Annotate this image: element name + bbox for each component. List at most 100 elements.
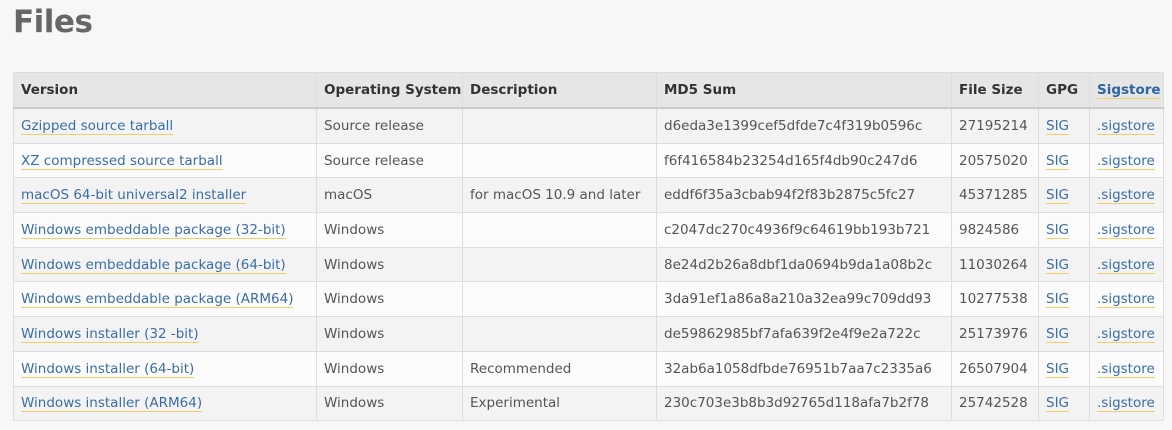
header-operating-system: Operating System xyxy=(316,72,463,109)
sigstore-link[interactable]: .sigstore xyxy=(1097,221,1155,239)
table-row: macOS 64-bit universal2 installer macOS … xyxy=(13,177,1164,214)
sigstore-link[interactable]: .sigstore xyxy=(1097,395,1155,413)
size-cell: 25742528 xyxy=(951,385,1039,422)
sigstore-cell: .sigstore xyxy=(1089,212,1164,248)
sigstore-cell: .sigstore xyxy=(1089,142,1164,179)
os-cell: macOS xyxy=(316,177,463,214)
md5-cell: c2047dc270c4936f9c64619bb193b721 xyxy=(656,212,952,248)
gpg-cell: SIG xyxy=(1038,107,1090,144)
gpg-cell: SIG xyxy=(1038,212,1090,248)
os-cell: Windows xyxy=(316,316,463,352)
gpg-sig-link[interactable]: SIG xyxy=(1046,256,1070,274)
gpg-cell: SIG xyxy=(1038,281,1090,318)
md5-cell: 3da91ef1a86a8a210a32ea99c709dd93 xyxy=(656,281,952,318)
sigstore-cell: .sigstore xyxy=(1089,177,1164,214)
description-cell: for macOS 10.9 and later xyxy=(462,177,657,214)
header-md5-sum: MD5 Sum xyxy=(656,72,952,109)
version-link[interactable]: Windows installer (32 -bit) xyxy=(21,325,199,343)
description-cell xyxy=(462,212,657,248)
header-description: Description xyxy=(462,72,657,109)
version-link[interactable]: Gzipped source tarball xyxy=(21,117,174,135)
sigstore-cell: .sigstore xyxy=(1089,246,1164,283)
version-link[interactable]: macOS 64-bit universal2 installer xyxy=(21,187,247,205)
size-cell: 45371285 xyxy=(951,177,1039,214)
gpg-sig-link[interactable]: SIG xyxy=(1046,395,1070,413)
header-file-size: File Size xyxy=(951,72,1039,109)
size-cell: 9824586 xyxy=(951,212,1039,248)
sigstore-link[interactable]: .sigstore xyxy=(1097,187,1155,205)
md5-cell: 230c703e3b8b3d92765d118afa7b2f78 xyxy=(656,385,952,422)
size-cell: 20575020 xyxy=(951,142,1039,179)
sigstore-header-link[interactable]: Sigstore xyxy=(1097,82,1161,99)
gpg-cell: SIG xyxy=(1038,177,1090,214)
md5-cell: eddf6f35a3cbab94f2f83b2875c5fc27 xyxy=(656,177,952,214)
size-cell: 26507904 xyxy=(951,350,1039,387)
description-cell xyxy=(462,246,657,283)
md5-cell: d6eda3e1399cef5dfde7c4f319b0596c xyxy=(656,107,952,144)
gpg-cell: SIG xyxy=(1038,246,1090,283)
description-cell: Experimental xyxy=(462,385,657,422)
sigstore-link[interactable]: .sigstore xyxy=(1097,256,1155,274)
gpg-sig-link[interactable]: SIG xyxy=(1046,152,1070,170)
description-cell xyxy=(462,142,657,179)
gpg-sig-link[interactable]: SIG xyxy=(1046,221,1070,239)
gpg-sig-link[interactable]: SIG xyxy=(1046,291,1070,309)
os-cell: Windows xyxy=(316,350,463,387)
sigstore-link[interactable]: .sigstore xyxy=(1097,325,1155,343)
version-cell: Windows installer (32 -bit) xyxy=(13,316,317,352)
version-cell: macOS 64-bit universal2 installer xyxy=(13,177,317,214)
version-cell: Windows installer (ARM64) xyxy=(13,385,317,422)
sigstore-cell: .sigstore xyxy=(1089,350,1164,387)
os-cell: Source release xyxy=(316,107,463,144)
table-row: Gzipped source tarball Source release d6… xyxy=(13,107,1164,144)
version-link[interactable]: Windows installer (ARM64) xyxy=(21,395,203,413)
version-cell: XZ compressed source tarball xyxy=(13,142,317,179)
gpg-cell: SIG xyxy=(1038,350,1090,387)
size-cell: 27195214 xyxy=(951,107,1039,144)
header-version: Version xyxy=(13,72,317,109)
version-cell: Windows embeddable package (64-bit) xyxy=(13,246,317,283)
os-cell: Windows xyxy=(316,281,463,318)
table-row: Windows embeddable package (ARM64) Windo… xyxy=(13,281,1164,318)
size-cell: 11030264 xyxy=(951,246,1039,283)
table-header-row: Version Operating System Description MD5… xyxy=(13,72,1164,109)
version-link[interactable]: Windows embeddable package (ARM64) xyxy=(21,291,294,309)
version-cell: Windows embeddable package (32-bit) xyxy=(13,212,317,248)
md5-cell: de59862985bf7afa639f2e4f9e2a722c xyxy=(656,316,952,352)
gpg-sig-link[interactable]: SIG xyxy=(1046,187,1070,205)
version-link[interactable]: Windows embeddable package (32-bit) xyxy=(21,221,286,239)
md5-cell: 8e24d2b26a8dbf1da0694b9da1a08b2c xyxy=(656,246,952,283)
gpg-cell: SIG xyxy=(1038,385,1090,422)
sigstore-cell: .sigstore xyxy=(1089,316,1164,352)
version-cell: Windows embeddable package (ARM64) xyxy=(13,281,317,318)
version-link[interactable]: Windows embeddable package (64-bit) xyxy=(21,256,286,274)
gpg-sig-link[interactable]: SIG xyxy=(1046,117,1070,135)
sigstore-link[interactable]: .sigstore xyxy=(1097,152,1155,170)
description-cell xyxy=(462,107,657,144)
table-row: Windows installer (ARM64) Windows Experi… xyxy=(13,385,1164,422)
sigstore-link[interactable]: .sigstore xyxy=(1097,360,1155,378)
sigstore-cell: .sigstore xyxy=(1089,281,1164,318)
version-cell: Gzipped source tarball xyxy=(13,107,317,144)
os-cell: Windows xyxy=(316,246,463,283)
files-table: Version Operating System Description MD5… xyxy=(13,72,1164,422)
gpg-sig-link[interactable]: SIG xyxy=(1046,360,1070,378)
gpg-sig-link[interactable]: SIG xyxy=(1046,325,1070,343)
table-row: Windows embeddable package (32-bit) Wind… xyxy=(13,212,1164,248)
md5-cell: f6f416584b23254d165f4db90c247d6 xyxy=(656,142,952,179)
os-cell: Windows xyxy=(316,212,463,248)
table-row: XZ compressed source tarball Source rele… xyxy=(13,142,1164,179)
description-cell xyxy=(462,316,657,352)
table-row: Windows embeddable package (64-bit) Wind… xyxy=(13,246,1164,283)
version-cell: Windows installer (64-bit) xyxy=(13,350,317,387)
sigstore-link[interactable]: .sigstore xyxy=(1097,291,1155,309)
md5-cell: 32ab6a1058dfbde76951b7aa7c2335a6 xyxy=(656,350,952,387)
sigstore-cell: .sigstore xyxy=(1089,385,1164,422)
header-gpg: GPG xyxy=(1038,72,1090,109)
description-cell: Recommended xyxy=(462,350,657,387)
size-cell: 25173976 xyxy=(951,316,1039,352)
sigstore-cell: .sigstore xyxy=(1089,107,1164,144)
version-link[interactable]: XZ compressed source tarball xyxy=(21,152,223,170)
sigstore-link[interactable]: .sigstore xyxy=(1097,117,1155,135)
version-link[interactable]: Windows installer (64-bit) xyxy=(21,360,195,378)
